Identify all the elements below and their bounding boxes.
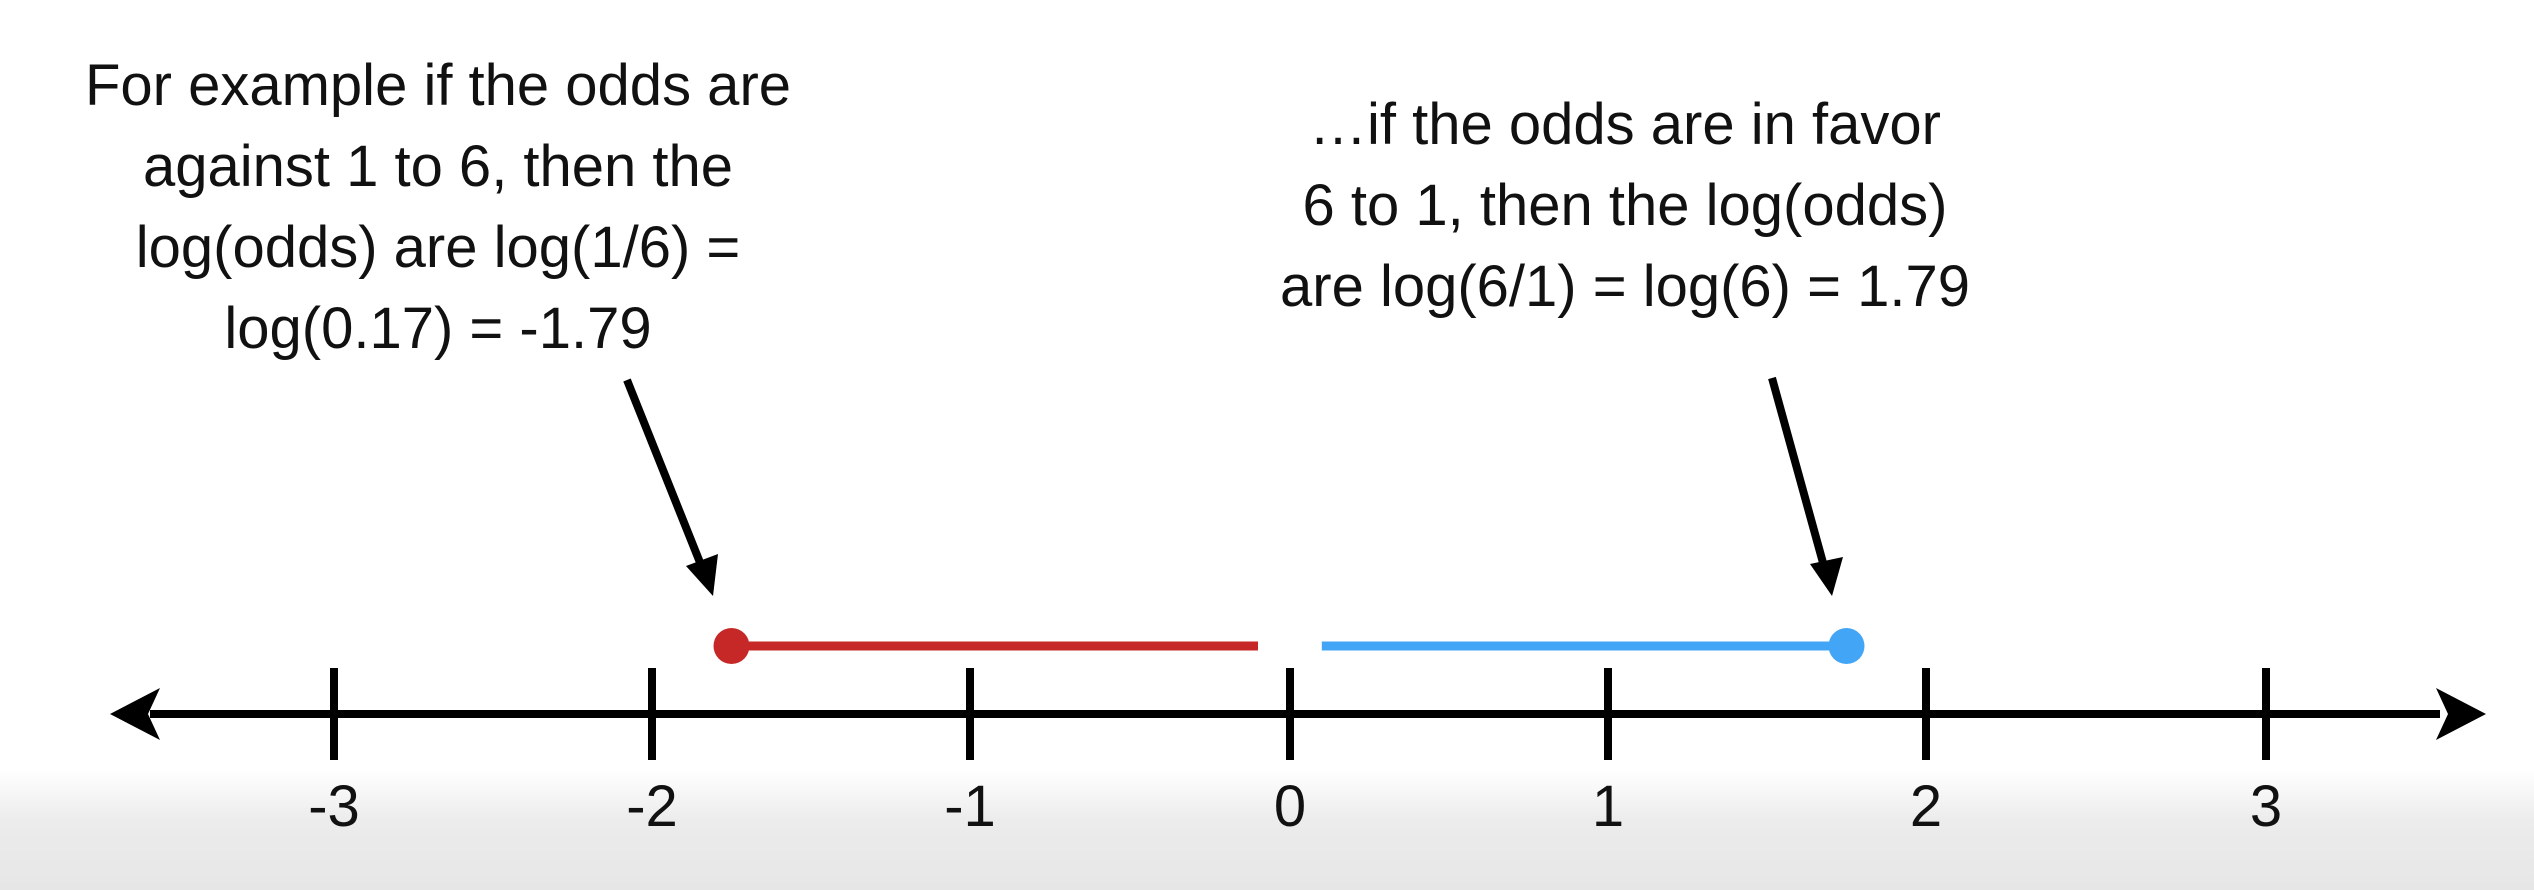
favor-odds-segment-endpoint — [1828, 628, 1865, 664]
tick-label-2: 2 — [1910, 774, 1942, 839]
tick-labels-group: -3 -2 -1 0 1 2 3 — [308, 774, 2282, 839]
arrow-right-pointer — [1768, 376, 1843, 596]
tick-label--1: -1 — [944, 774, 996, 839]
axis-right-arrowhead — [2436, 688, 2486, 740]
slide: For example if the odds are against 1 to… — [0, 0, 2534, 890]
tick-label-3: 3 — [2250, 774, 2282, 839]
number-line-axis — [110, 688, 2486, 740]
tick-label--2: -2 — [626, 774, 678, 839]
tick-label-0: 0 — [1274, 774, 1306, 839]
number-line-diagram: -3 -2 -1 0 1 2 3 — [110, 376, 2486, 839]
against-odds-segment-endpoint — [713, 628, 750, 664]
tick-label-1: 1 — [1592, 774, 1624, 839]
arrow-left-pointer — [623, 378, 718, 596]
tick-label--3: -3 — [308, 774, 360, 839]
segments-group — [713, 628, 1865, 664]
